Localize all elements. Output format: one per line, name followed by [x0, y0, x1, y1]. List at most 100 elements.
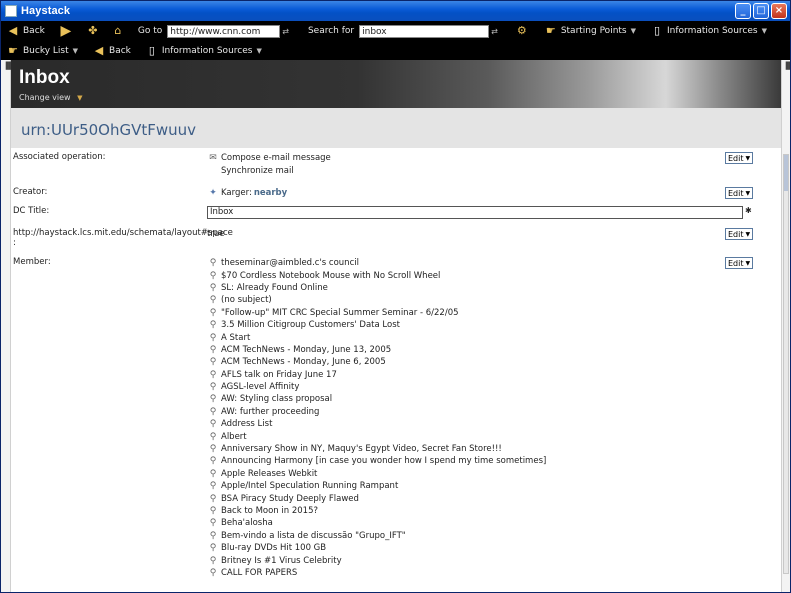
left-pane-handle[interactable]: ▐▌ — [1, 60, 14, 592]
list-item[interactable]: ⚲ AGSL-level Affinity — [207, 381, 546, 393]
edit-button[interactable]: Edit ▼ — [725, 228, 753, 240]
close-button[interactable]: × — [771, 3, 787, 19]
edit-label: Edit — [728, 153, 744, 163]
bucky-icon: ☛ — [8, 43, 18, 57]
list-item[interactable]: ⚲ ACM TechNews - Monday, June 13, 2005 — [207, 344, 546, 356]
message-icon: ⚲ — [209, 530, 217, 541]
list-item[interactable]: ⚲ SL: Already Found Online — [207, 282, 546, 294]
list-item[interactable]: ⚲ Announcing Harmony [in case you wonder … — [207, 455, 547, 467]
edit-button[interactable]: Edit ▼ — [725, 152, 753, 164]
list-item[interactable]: ⚲ AW: Styling class proposal — [207, 393, 546, 405]
information-sources-label: Information Sources — [667, 26, 758, 36]
message-icon: ⚲ — [209, 344, 217, 355]
list-item[interactable]: ⚲ AFLS talk on Friday June 17 — [207, 369, 546, 381]
search-go-icon[interactable]: ⇄ — [491, 27, 498, 36]
message-subject: Address List — [221, 419, 273, 430]
list-item[interactable]: ⚲ Back to Moon in 2015? — [207, 505, 546, 517]
list-item[interactable]: ⚲ Beha'alosha — [207, 517, 546, 529]
message-icon: ⚲ — [209, 456, 217, 467]
property-label: DC Title: — [13, 206, 50, 216]
message-icon: ⚲ — [209, 506, 217, 516]
list-item[interactable]: ⚲ (no subject) — [207, 294, 546, 306]
back-button-2[interactable]: ◀ Back — [89, 41, 134, 60]
property-label: http://haystack.lcs.mit.edu/schemata/lay… — [13, 228, 233, 248]
bucky-list-menu[interactable]: ☛ Bucky List ▼ — [3, 41, 81, 60]
haystack-window: Haystack _ □ × ◀ Back ▶ ✤ ⌂ Go to http:/… — [0, 0, 791, 593]
information-sources-menu[interactable]: ▯ Information Sources ▼ — [647, 21, 770, 41]
list-item[interactable]: true — [207, 228, 224, 240]
message-subject: Announcing Harmony [in case you wonder h… — [221, 456, 547, 467]
message-icon: ⚲ — [209, 468, 217, 479]
list-item[interactable]: ⚲ Address List — [207, 418, 546, 430]
search-input[interactable]: inbox — [359, 24, 490, 38]
settings-button[interactable]: ⚙ — [512, 21, 535, 41]
list-item[interactable]: ✉ Compose e-mail message — [207, 152, 331, 164]
minimize-button[interactable]: _ — [735, 3, 751, 19]
message-icon: ⚲ — [209, 543, 217, 554]
refresh-button[interactable]: ✤ — [83, 21, 106, 41]
back-button[interactable]: ◀ Back — [3, 21, 48, 41]
maximize-button[interactable]: □ — [753, 3, 769, 19]
list-item[interactable]: ⚲ AW: further proceeding — [207, 406, 546, 418]
list-item[interactable]: ⚲ Bem-vindo a lista de discussão "Grupo_I… — [207, 530, 546, 542]
back-label: Back — [23, 26, 45, 36]
value-text: Synchronize mail — [221, 165, 294, 176]
message-icon: ⚲ — [209, 493, 217, 504]
starting-points-menu[interactable]: ☛ Starting Points ▼ — [541, 21, 639, 41]
chevron-down-icon: ▼ — [745, 154, 751, 162]
list-item[interactable]: ⚲ Anniversary Show in NY, Maquy's Egypt V… — [207, 443, 546, 455]
list-item[interactable]: ⚲ A Start — [207, 331, 546, 343]
message-subject: AW: Styling class proposal — [221, 394, 333, 405]
scrollbar-thumb[interactable] — [784, 155, 788, 191]
pane-collapse-icon[interactable]: ▐▌ — [783, 62, 790, 70]
list-item[interactable]: ⚲ BSA Piracy Study Deeply Flawed — [207, 492, 546, 504]
list-item[interactable]: ✦ Karger: nearby — [207, 187, 287, 199]
message-icon: ⚲ — [209, 282, 217, 293]
information-sources-icon: ▯ — [148, 43, 155, 57]
app-icon — [5, 5, 17, 17]
secondary-toolbar: ☛ Bucky List ▼ ◀ Back ▯ Information Sour… — [1, 41, 790, 60]
message-subject: (no subject) — [221, 295, 272, 306]
list-item[interactable]: ⚲ $70 Cordless Notebook Mouse with No Scr… — [207, 269, 546, 281]
property-label-colon: : — [13, 238, 16, 248]
value-text: Compose e-mail message — [221, 153, 331, 164]
list-item[interactable]: ⚲ Apple/Intel Speculation Running Rampant — [207, 480, 546, 492]
list-item[interactable]: ⚲ theseminar@aimbled.c's council — [207, 257, 546, 269]
message-subject: CALL FOR PAPERS — [221, 567, 298, 578]
back-label-2: Back — [109, 45, 131, 56]
remove-icon[interactable]: ✱ — [745, 206, 752, 215]
list-item[interactable]: ⚲ Albert — [207, 430, 546, 442]
message-icon: ⚲ — [209, 307, 217, 318]
edit-button[interactable]: Edit ▼ — [725, 187, 753, 199]
list-item[interactable]: ⚲ CALL FOR PAPERS — [207, 567, 546, 579]
list-item[interactable]: ⚲ Britney Is #1 Virus Celebrity — [207, 554, 546, 566]
right-pane-handle[interactable]: ▐▌ — [781, 60, 790, 592]
information-sources-menu-2[interactable]: ▯ Information Sources ▼ — [142, 41, 265, 60]
home-button[interactable]: ⌂ — [108, 21, 131, 41]
list-item[interactable]: ⚲ "Follow-up" MIT CRC Special Summer Semi… — [207, 307, 546, 319]
list-item[interactable]: ⚲ Apple Releases Webkit — [207, 468, 546, 480]
title-field[interactable]: Inbox — [207, 206, 743, 219]
go-to-input[interactable]: http://www.cnn.com — [167, 24, 281, 38]
chevron-down-icon: ▼ — [761, 27, 767, 35]
change-view-menu[interactable]: Change view ▼ — [19, 93, 83, 102]
message-icon: ⚲ — [209, 518, 217, 529]
resource-urn: urn:UUr50OhGVtFwuuv — [21, 121, 197, 139]
edit-label: Edit — [728, 188, 744, 198]
gear-icon: ⚙ — [516, 24, 527, 37]
message-subject: AFLS talk on Friday June 17 — [221, 369, 337, 380]
message-subject: Back to Moon in 2015? — [221, 506, 318, 516]
forward-button[interactable]: ▶ — [56, 21, 79, 41]
list-item[interactable]: ⚲ 3.5 Million Citigroup Customers' Data L… — [207, 319, 546, 331]
message-icon: ⚲ — [209, 567, 217, 578]
message-icon: ⚲ — [209, 382, 217, 393]
search-label: Search for — [307, 26, 355, 36]
go-to-label: Go to — [137, 26, 163, 36]
edit-button[interactable]: Edit ▼ — [725, 257, 753, 269]
go-icon[interactable]: ⇄ — [282, 27, 289, 36]
window-title: Haystack — [21, 5, 71, 17]
list-item[interactable]: ⚲ Blu-ray DVDs Hit 100 GB — [207, 542, 546, 554]
vertical-scrollbar[interactable] — [783, 154, 789, 574]
list-item[interactable]: ⚲ ACM TechNews - Monday, June 6, 2005 — [207, 356, 546, 368]
list-item[interactable]: Synchronize mail — [207, 164, 331, 176]
